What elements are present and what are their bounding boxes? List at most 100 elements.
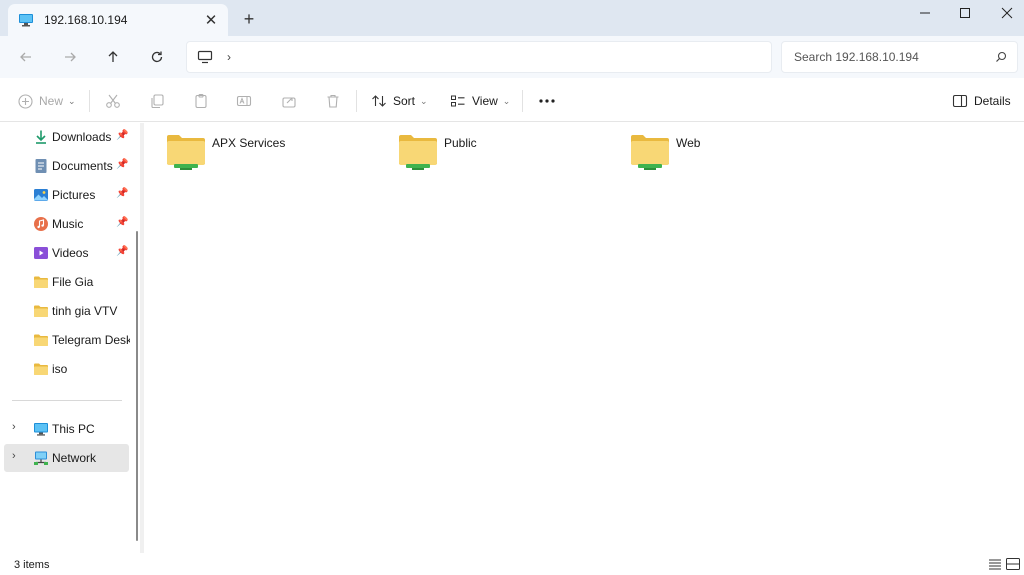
sidebar-item-label: This PC [52, 422, 95, 436]
navigation-pane: Downloads 📌 Documents 📌 Pictures 📌 Music… [4, 123, 140, 553]
more-options-button[interactable] [538, 80, 556, 122]
sidebar-item-label: tinh gia VTV [52, 304, 118, 318]
close-tab-icon[interactable]: ✕ [200, 9, 222, 31]
sort-icon [372, 95, 386, 107]
refresh-icon[interactable] [145, 46, 169, 68]
maximize-icon[interactable] [944, 0, 986, 26]
sidebar-item-music[interactable]: Music 📌 [4, 210, 129, 238]
divider [89, 90, 90, 112]
item-count: 3 items [14, 559, 50, 571]
details-button[interactable]: Details [952, 80, 1011, 122]
share-button[interactable] [281, 80, 297, 122]
folder-name: APX Services [212, 136, 286, 150]
plus-circle-icon [18, 93, 33, 109]
copy-button[interactable] [149, 80, 165, 122]
file-list: APX Services Public Web [144, 123, 1024, 553]
tab-active[interactable]: 192.168.10.194 ✕ [8, 4, 228, 36]
pictures-icon [34, 189, 48, 201]
pin-icon[interactable]: 📌 [116, 159, 128, 170]
pin-icon[interactable]: 📌 [116, 188, 128, 199]
network-folder-icon [167, 135, 205, 170]
large-icons-view-icon[interactable] [1005, 557, 1021, 571]
chevron-down-icon: ⌄ [420, 95, 428, 106]
new-button[interactable]: New ⌄ [18, 80, 76, 122]
sidebar-item-downloads[interactable]: Downloads 📌 [4, 123, 129, 151]
up-arrow-icon[interactable] [101, 46, 125, 68]
divider [522, 90, 523, 112]
divider [356, 90, 357, 112]
chevron-right-icon[interactable]: › [12, 450, 16, 462]
sidebar-item-this-pc[interactable]: › This PC [4, 415, 129, 443]
search-icon[interactable] [995, 51, 1007, 63]
new-label: New [39, 94, 64, 108]
clipboard-icon [195, 94, 207, 109]
pin-icon[interactable]: 📌 [116, 130, 128, 141]
scrollbar-thumb[interactable] [136, 231, 138, 541]
view-icon [451, 95, 465, 107]
this-pc-icon [34, 423, 48, 436]
trash-icon [327, 94, 339, 108]
folder-name: Public [444, 136, 477, 150]
chevron-right-icon[interactable]: › [12, 421, 16, 433]
status-bar: 3 items [0, 553, 1024, 575]
command-bar: New ⌄ Sort ⌄ View ⌄ Details [0, 80, 1024, 122]
folder-icon [34, 305, 48, 317]
sidebar-item-label: iso [52, 362, 68, 376]
videos-icon [34, 247, 48, 259]
copy-icon [151, 94, 164, 109]
sidebar-item-label: File Gia [52, 275, 94, 289]
sidebar-item-documents[interactable]: Documents 📌 [4, 152, 129, 180]
rename-button[interactable] [236, 80, 252, 122]
cut-button[interactable] [105, 80, 121, 122]
download-arrow-icon [36, 130, 46, 144]
chevron-down-icon: ⌄ [68, 95, 76, 106]
sidebar-item-tinh-gia-vtv[interactable]: tinh gia VTV [4, 297, 129, 325]
view-button[interactable]: View ⌄ [450, 80, 510, 122]
sidebar-item-iso[interactable]: iso [4, 355, 129, 383]
more-icon [539, 99, 555, 103]
navigation-bar: › [0, 36, 1024, 78]
back-arrow-icon[interactable] [14, 46, 38, 68]
folder-icon [34, 276, 48, 288]
sidebar-item-telegram-desktop[interactable]: Telegram Desktop [4, 326, 130, 354]
scissors-icon [106, 94, 120, 108]
search-input[interactable] [794, 50, 984, 64]
sidebar-item-network[interactable]: › Network [4, 444, 129, 472]
monitor-icon [197, 50, 213, 64]
sidebar-item-label: Telegram Desktop [52, 333, 130, 347]
sidebar-item-label: Network [52, 451, 97, 465]
sidebar-item-pictures[interactable]: Pictures 📌 [4, 181, 129, 209]
folder-item[interactable]: Web [630, 133, 850, 173]
details-label: Details [974, 94, 1011, 108]
delete-button[interactable] [325, 80, 341, 122]
rename-icon [236, 95, 252, 107]
pin-icon[interactable]: 📌 [116, 246, 128, 257]
sidebar-item-videos[interactable]: Videos 📌 [4, 239, 129, 267]
details-view-icon[interactable] [987, 557, 1003, 571]
sort-label: Sort [393, 94, 416, 108]
search-box[interactable] [781, 41, 1018, 73]
sidebar-scrollbar[interactable] [135, 231, 139, 541]
divider [12, 400, 122, 401]
network-folder-icon [399, 135, 437, 170]
folder-item[interactable]: APX Services [166, 133, 386, 173]
close-window-icon[interactable] [986, 0, 1024, 26]
breadcrumb-chevron-icon[interactable]: › [227, 50, 231, 64]
plus-icon[interactable]: + [238, 8, 260, 30]
paste-button[interactable] [193, 80, 209, 122]
address-bar[interactable]: › [186, 41, 772, 73]
share-icon [282, 97, 296, 108]
folder-item[interactable]: Public [398, 133, 618, 173]
details-pane-icon [952, 94, 968, 108]
tab-title: 192.168.10.194 [44, 13, 128, 27]
sidebar-item-file-gia[interactable]: File Gia [4, 268, 129, 296]
title-bar: 192.168.10.194 ✕ + [0, 0, 1024, 36]
pin-icon[interactable]: 📌 [116, 217, 128, 228]
music-icon [34, 217, 48, 231]
sort-button[interactable]: Sort ⌄ [371, 80, 428, 122]
folder-icon [34, 334, 48, 346]
forward-arrow-icon[interactable] [58, 46, 82, 68]
minimize-icon[interactable] [904, 0, 946, 26]
folder-name: Web [676, 136, 701, 150]
chevron-down-icon: ⌄ [502, 95, 511, 106]
